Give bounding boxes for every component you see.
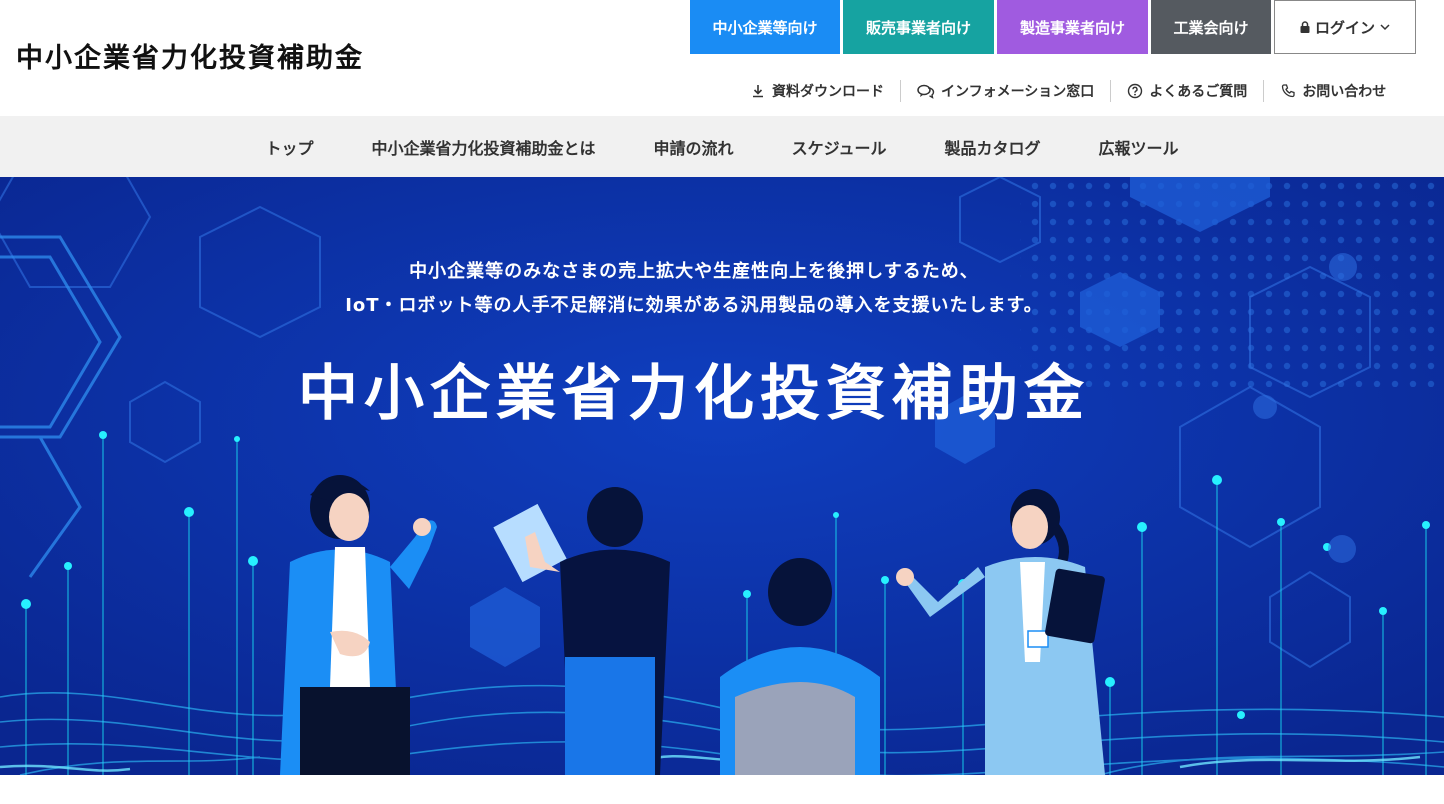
download-label: 資料ダウンロード: [772, 84, 884, 100]
site-title[interactable]: 中小企業省力化投資補助金: [16, 36, 364, 75]
information-desk-link[interactable]: インフォメーション窓口: [900, 80, 1110, 102]
nav-item-product-catalog[interactable]: 製品カタログ: [915, 135, 1069, 159]
tab-sales-vendors[interactable]: 販売事業者向け: [843, 0, 994, 54]
hero-lead-text: 中小企業等のみなさまの売上拡大や生産性向上を後押しするため、 IoT・ロボット等…: [0, 255, 1388, 323]
nav-item-top[interactable]: トップ: [237, 135, 343, 159]
nav-item-pr-tools[interactable]: 広報ツール: [1069, 135, 1207, 159]
chevron-down-icon: [1380, 24, 1390, 31]
nav-item-about[interactable]: 中小企業省力化投資補助金とは: [343, 135, 625, 159]
login-label: ログイン: [1314, 18, 1375, 37]
tab-manufacturers[interactable]: 製造事業者向け: [997, 0, 1148, 54]
utility-links: 資料ダウンロード インフォメーション窓口 よくあるご質問 お問い合わせ: [750, 80, 1402, 102]
nav-item-application-flow[interactable]: 申請の流れ: [625, 135, 763, 159]
hero-lead-line-2: IoT・ロボット等の人手不足解消に効果がある汎用製品の導入を支援いたします。: [345, 295, 1043, 316]
login-button[interactable]: ログイン: [1274, 0, 1416, 54]
tab-sme[interactable]: 中小企業等向け: [690, 0, 840, 54]
contact-link[interactable]: お問い合わせ: [1263, 80, 1402, 102]
main-nav: トップ 中小企業省力化投資補助金とは 申請の流れ スケジュール 製品カタログ 広…: [0, 116, 1444, 177]
information-desk-label: インフォメーション窓口: [941, 84, 1095, 100]
nav-item-schedule[interactable]: スケジュール: [763, 135, 916, 159]
tab-industry-associations[interactable]: 工業会向け: [1151, 0, 1271, 54]
question-icon: [1128, 83, 1143, 99]
hero-banner: 中小企業等のみなさまの売上拡大や生産性向上を後押しするため、 IoT・ロボット等…: [0, 177, 1444, 775]
faq-label: よくあるご質問: [1149, 84, 1248, 100]
hero-lead-line-1: 中小企業等のみなさまの売上拡大や生産性向上を後押しするため、: [409, 261, 979, 282]
contact-label: お問い合わせ: [1302, 84, 1387, 100]
chat-icon: [917, 84, 935, 99]
lock-icon: [1300, 21, 1310, 33]
faq-link[interactable]: よくあるご質問: [1110, 80, 1263, 102]
hero-title: 中小企業省力化投資補助金: [298, 359, 1090, 429]
download-link[interactable]: 資料ダウンロード: [750, 80, 900, 102]
download-icon: [753, 85, 763, 98]
audience-tabs: 中小企業等向け 販売事業者向け 製造事業者向け 工業会向け ログイン: [690, 0, 1416, 54]
phone-icon: [1282, 84, 1295, 98]
